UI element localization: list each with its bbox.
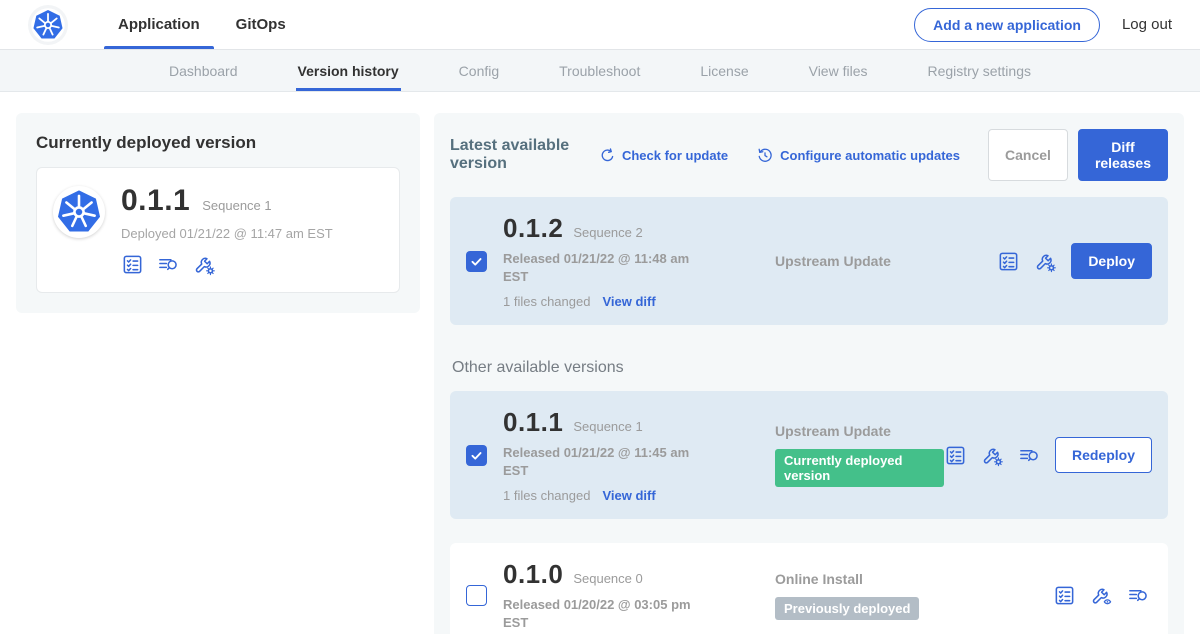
version-history-panel: Latest available version Check for updat…: [434, 113, 1184, 634]
configure-auto-updates-link[interactable]: Configure automatic updates: [756, 146, 960, 164]
subnav-tab-config[interactable]: Config: [459, 50, 499, 91]
sequence-label: Sequence 1: [573, 419, 642, 434]
version-row-0-1-1: 0.1.1 Sequence 1 Released 01/21/22 @ 11:…: [450, 391, 1168, 519]
sequence-label: Sequence 2: [573, 225, 642, 240]
currently-deployed-badge: Currently deployed version: [775, 449, 944, 487]
subnav-tab-troubleshoot[interactable]: Troubleshoot: [559, 50, 640, 91]
logout-button[interactable]: Log out: [1122, 16, 1172, 33]
version-number: 0.1.0: [503, 559, 563, 590]
subnav-tab-dashboard[interactable]: Dashboard: [169, 50, 238, 91]
deploy-logs-icon[interactable]: [157, 253, 180, 276]
subnav-tab-view-files[interactable]: View files: [809, 50, 868, 91]
currently-deployed-panel: Currently deployed version 0.1.1 Sequenc…: [16, 113, 420, 313]
kubernetes-app-icon: [53, 186, 105, 238]
refresh-icon: [599, 147, 616, 164]
checkmark-icon: [469, 254, 484, 269]
version-row-0-1-0: 0.1.0 Sequence 0 Released 01/20/22 @ 03:…: [450, 543, 1168, 634]
top-navigation: Application GitOps Add a new application…: [0, 0, 1200, 50]
files-changed-label: 1 files changed: [503, 294, 590, 309]
version-source-label: Upstream Update: [775, 253, 997, 269]
other-versions-title: Other available versions: [452, 359, 1168, 377]
view-diff-link[interactable]: View diff: [602, 294, 655, 309]
config-icon[interactable]: [981, 444, 1004, 467]
subnav-tab-registry-settings[interactable]: Registry settings: [928, 50, 1031, 91]
deploy-logs-icon[interactable]: [1018, 444, 1041, 467]
config-icon[interactable]: [1034, 250, 1057, 273]
deployed-sequence-label: Sequence 1: [202, 198, 271, 213]
version-checkbox[interactable]: [466, 585, 487, 606]
previously-deployed-badge: Previously deployed: [775, 597, 919, 620]
released-timestamp: Released 01/21/22 @ 11:45 am EST: [503, 444, 708, 479]
version-number: 0.1.1: [503, 407, 563, 438]
app-nav-tabs: Application GitOps: [100, 0, 304, 49]
version-number: 0.1.2: [503, 213, 563, 244]
diff-releases-button[interactable]: Diff releases: [1078, 129, 1168, 181]
subnav-tab-version-history[interactable]: Version history: [298, 50, 399, 91]
deployed-timestamp: Deployed 01/21/22 @ 11:47 am EST: [121, 226, 333, 241]
config-icon[interactable]: [193, 253, 216, 276]
files-changed-label: 1 files changed: [503, 488, 590, 503]
release-notes-icon[interactable]: [997, 250, 1020, 273]
tab-application[interactable]: Application: [100, 0, 218, 49]
sub-navigation: Dashboard Version history Config Trouble…: [0, 50, 1200, 92]
deploy-logs-icon[interactable]: [1127, 584, 1150, 607]
check-for-update-link[interactable]: Check for update: [599, 147, 728, 164]
deployed-version-card: 0.1.1 Sequence 1 Deployed 01/21/22 @ 11:…: [36, 167, 400, 293]
release-notes-icon[interactable]: [1053, 584, 1076, 607]
latest-available-title: Latest available version: [450, 137, 583, 173]
deploy-button[interactable]: Deploy: [1071, 243, 1152, 279]
config-view-icon[interactable]: [1090, 584, 1113, 607]
subnav-tab-license[interactable]: License: [700, 50, 748, 91]
released-timestamp: Released 01/20/22 @ 03:05 pm EST: [503, 596, 708, 631]
view-diff-link[interactable]: View diff: [602, 488, 655, 503]
version-source-label: Online Install: [775, 571, 1053, 587]
cancel-button[interactable]: Cancel: [988, 129, 1068, 181]
checkmark-icon: [469, 448, 484, 463]
sequence-label: Sequence 0: [573, 571, 642, 586]
deployed-version-number: 0.1.1: [121, 184, 190, 218]
kubernetes-logo: [28, 5, 68, 45]
version-checkbox[interactable]: [466, 251, 487, 272]
auto-update-icon: [756, 146, 774, 164]
released-timestamp: Released 01/21/22 @ 11:48 am EST: [503, 250, 708, 285]
version-checkbox[interactable]: [466, 445, 487, 466]
version-source-label: Upstream Update: [775, 423, 944, 439]
add-application-button[interactable]: Add a new application: [914, 8, 1100, 42]
deployed-panel-title: Currently deployed version: [36, 133, 400, 153]
release-notes-icon[interactable]: [121, 253, 144, 276]
tab-gitops[interactable]: GitOps: [218, 0, 304, 49]
version-row-0-1-2: 0.1.2 Sequence 2 Released 01/21/22 @ 11:…: [450, 197, 1168, 325]
release-notes-icon[interactable]: [944, 444, 967, 467]
redeploy-button[interactable]: Redeploy: [1055, 437, 1152, 473]
